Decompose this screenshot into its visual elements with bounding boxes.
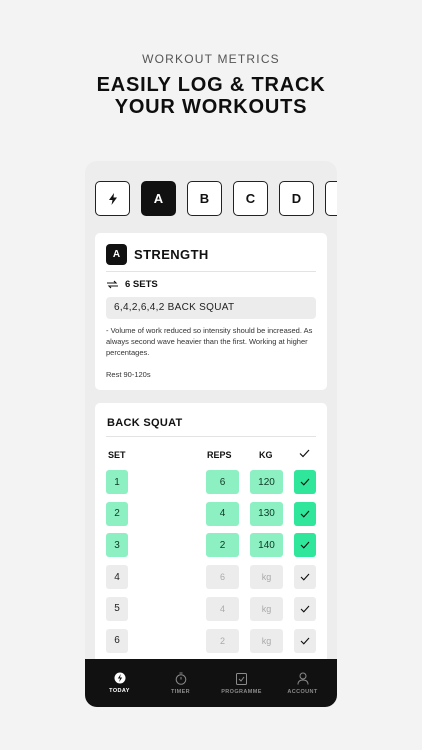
check-icon — [300, 478, 310, 486]
phone-screen: A B C D A STRENGTH 6 SETS 6,4,2,6,4,2 BA… — [85, 161, 337, 707]
weight-input[interactable]: kg — [250, 628, 283, 653]
complete-checkbox[interactable] — [294, 501, 316, 526]
weight-input[interactable]: 120 — [250, 470, 283, 494]
strength-card: A STRENGTH 6 SETS 6,4,2,6,4,2 BACK SQUAT… — [95, 233, 327, 390]
header-kg: KG — [259, 450, 273, 460]
nav-account[interactable]: ACCOUNT — [273, 672, 333, 695]
weight-input[interactable]: 140 — [250, 533, 283, 558]
set-row: 4 6 kg — [95, 565, 327, 590]
set-number: 4 — [106, 565, 128, 590]
weight-input[interactable]: kg — [250, 596, 283, 621]
reps-input[interactable]: 4 — [206, 596, 239, 621]
rest-time: Rest 90-120s — [106, 370, 151, 379]
complete-checkbox[interactable] — [294, 470, 316, 494]
check-icon — [300, 573, 310, 581]
tab-a[interactable]: A — [141, 181, 176, 216]
headline: EASILY LOG & TRACK YOUR WORKOUTS — [0, 74, 422, 118]
sets-count: 6 SETS — [106, 279, 158, 290]
user-icon — [297, 672, 308, 685]
weight-input[interactable]: 130 — [250, 501, 283, 526]
set-row: 2 4 130 — [95, 501, 327, 526]
block-badge: A — [106, 244, 127, 265]
set-row: 1 6 120 — [95, 470, 327, 494]
set-number: 6 — [106, 628, 128, 653]
reps-input[interactable]: 4 — [206, 501, 239, 526]
complete-checkbox[interactable] — [294, 628, 316, 653]
tab-c[interactable]: C — [233, 181, 268, 216]
divider — [106, 436, 316, 437]
set-number: 1 — [106, 470, 128, 494]
headline-eyebrow: WORKOUT METRICS — [142, 52, 280, 66]
nav-programme-label: PROGRAMME — [221, 688, 262, 695]
check-icon — [300, 510, 310, 518]
headline-line-2: YOUR WORKOUTS — [114, 96, 308, 118]
header-set: SET — [108, 450, 126, 460]
tab-more[interactable] — [325, 181, 337, 216]
tab-d[interactable]: D — [279, 181, 314, 216]
weight-input[interactable]: kg — [250, 565, 283, 590]
reps-input[interactable]: 6 — [206, 470, 239, 494]
tab-warmup[interactable] — [95, 181, 130, 216]
workout-tabs: A B C D — [95, 181, 337, 217]
check-icon — [300, 542, 310, 549]
nav-today-label: TODAY — [109, 688, 130, 694]
nav-timer-label: TIMER — [170, 688, 191, 695]
exercise-title: BACK SQUAT — [107, 417, 183, 429]
logo-icon — [114, 672, 125, 684]
sets-label: 6 SETS — [125, 279, 158, 290]
reps-input[interactable]: 2 — [206, 533, 239, 558]
bottom-nav: TODAY TIMER PROGRAMME ACCOUNT — [85, 659, 337, 707]
nav-programme[interactable]: PROGRAMME — [212, 672, 272, 695]
set-scheme: 6,4,2,6,4,2 BACK SQUAT — [106, 297, 316, 319]
nav-account-label: ACCOUNT — [287, 688, 318, 695]
set-row: 3 2 140 — [95, 533, 327, 558]
set-number: 3 — [106, 533, 128, 558]
header-reps: REPS — [207, 450, 232, 460]
reps-input[interactable]: 2 — [206, 628, 239, 653]
block-title: STRENGTH — [134, 247, 209, 262]
check-icon — [300, 637, 310, 645]
set-number: 5 — [106, 596, 128, 621]
block-notes: - Volume of work reduced so intensity sh… — [106, 326, 313, 357]
set-number: 2 — [106, 501, 128, 526]
nav-timer[interactable]: TIMER — [151, 672, 211, 695]
complete-checkbox[interactable] — [294, 533, 316, 558]
reps-input[interactable]: 6 — [206, 565, 239, 590]
bolt-icon — [108, 192, 117, 205]
stopwatch-icon — [175, 672, 186, 685]
exercise-card: BACK SQUAT SET REPS KG 1 6 120 2 4 130 3 2 140 4 6… — [95, 403, 327, 663]
divider — [106, 271, 316, 272]
complete-checkbox[interactable] — [294, 565, 316, 590]
repeat-icon — [107, 280, 118, 289]
set-row: 6 2 kg — [95, 628, 327, 653]
check-header-icon — [299, 449, 310, 458]
complete-checkbox[interactable] — [294, 596, 316, 621]
nav-today[interactable]: TODAY — [90, 672, 150, 694]
clipboard-icon — [236, 672, 247, 685]
headline-line-1: EASILY LOG & TRACK — [96, 74, 326, 96]
tab-b[interactable]: B — [187, 181, 222, 216]
check-icon — [300, 605, 310, 613]
set-row: 5 4 kg — [95, 596, 327, 621]
